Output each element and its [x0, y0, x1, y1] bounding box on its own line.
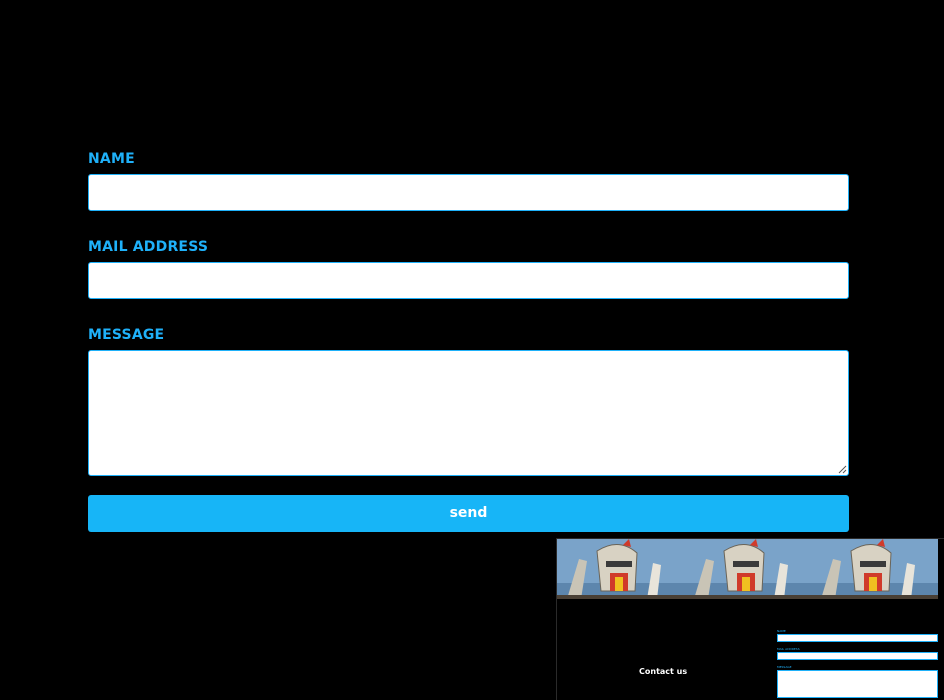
preview-contact-us-title: Contact us: [639, 667, 688, 676]
resize-grip-icon[interactable]: [838, 465, 847, 474]
contact-form: NAME MAIL ADDRESS MESSAGE: [88, 150, 849, 476]
preview-mini-form: NAME MAIL ADDRESS MESSAGE: [777, 629, 938, 698]
mail-address-input[interactable]: [88, 262, 849, 299]
mail-address-label: MAIL ADDRESS: [88, 239, 209, 255]
name-input[interactable]: [88, 174, 849, 211]
robot-mecha-image: [557, 539, 684, 599]
page-preview-thumbnail[interactable]: Contact us NAME MAIL ADDRESS MESSAGE: [556, 538, 944, 700]
preview-message-label: MESSAGE: [777, 665, 792, 669]
robot-mecha-image: [684, 539, 811, 599]
send-button[interactable]: send: [88, 495, 849, 532]
header-banner-image: [557, 539, 944, 599]
preview-mail-input: [777, 652, 938, 660]
preview-name-input: [777, 634, 938, 642]
robot-mecha-image: [811, 539, 938, 599]
preview-message-textarea: [777, 670, 938, 698]
message-textarea[interactable]: [88, 350, 849, 476]
preview-name-label: NAME: [777, 629, 786, 633]
message-label: MESSAGE: [88, 327, 165, 343]
name-label: NAME: [88, 151, 135, 167]
preview-mail-label: MAIL ADDRESS: [777, 647, 800, 651]
